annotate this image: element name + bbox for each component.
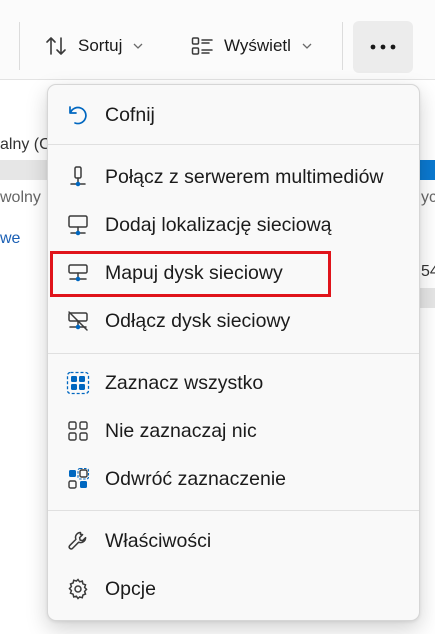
- menu-item-label: Odłącz dysk sieciowy: [105, 309, 291, 332]
- wrench-icon: [66, 529, 90, 553]
- menu-item-connect-media-server[interactable]: Połącz z serwerem multimediów: [48, 155, 419, 199]
- menu-item-label: Cofnij: [105, 103, 155, 126]
- highlight-box: [50, 251, 331, 297]
- menu-item-undo[interactable]: Cofnij: [48, 93, 419, 137]
- menu-item-select-all[interactable]: Zaznacz wszystko: [48, 361, 419, 405]
- menu-separator: [48, 510, 419, 511]
- menu-item-add-network-location[interactable]: Dodaj lokalizację sieciową: [48, 203, 419, 247]
- background-usage-bar: [420, 160, 435, 180]
- menu-item-label: Opcje: [105, 577, 156, 600]
- more-options-menu: Cofnij Połącz z serwerem multimediów Dod…: [47, 84, 420, 621]
- gear-icon: [66, 577, 90, 601]
- toolbar-divider: [342, 22, 343, 70]
- background-link: we: [0, 230, 21, 247]
- sort-label: Sortuj: [78, 36, 123, 55]
- menu-item-properties[interactable]: Właściwości: [48, 519, 419, 563]
- menu-item-select-none[interactable]: Nie zaznaczaj nic: [48, 409, 419, 453]
- more-icon: [370, 44, 396, 50]
- menu-item-label: Właściwości: [105, 529, 212, 552]
- disconnect-drive-icon: [66, 309, 90, 333]
- menu-item-label: Zaznacz wszystko: [105, 371, 264, 394]
- menu-item-label: Odwróć zaznaczenie: [105, 467, 287, 490]
- view-button[interactable]: Wyświetl: [190, 22, 313, 70]
- chevron-down-icon: [301, 40, 313, 52]
- sort-icon: [44, 34, 68, 58]
- chevron-down-icon: [132, 40, 144, 52]
- background-free-space-right: ych: [421, 189, 435, 206]
- background-bar-track: [420, 288, 435, 308]
- menu-separator: [48, 353, 419, 354]
- view-label: Wyświetl: [224, 36, 291, 55]
- invert-selection-icon: [66, 467, 90, 491]
- toolbar-divider: [19, 22, 20, 70]
- menu-separator: [48, 144, 419, 145]
- background-free-space: wolny: [0, 189, 41, 206]
- media-server-icon: [66, 165, 90, 189]
- menu-item-invert-selection[interactable]: Odwróć zaznaczenie: [48, 457, 419, 501]
- command-bar: Sortuj Wyświetl: [0, 0, 435, 80]
- menu-item-disconnect-network-drive[interactable]: Odłącz dysk sieciowy: [48, 299, 419, 343]
- menu-item-label: Połącz z serwerem multimediów: [105, 165, 384, 188]
- background-drive-name: alny (C: [0, 136, 51, 153]
- sort-button[interactable]: Sortuj: [44, 22, 144, 70]
- background-number: 54: [421, 263, 435, 280]
- background-bar-track: [0, 160, 47, 180]
- menu-item-label: Nie zaznaczaj nic: [105, 419, 257, 442]
- select-none-icon: [66, 419, 90, 443]
- undo-icon: [66, 103, 90, 127]
- more-options-button[interactable]: [353, 21, 413, 73]
- network-location-icon: [66, 213, 90, 237]
- select-all-icon: [66, 371, 90, 395]
- menu-item-options[interactable]: Opcje: [48, 567, 419, 611]
- menu-item-label: Dodaj lokalizację sieciową: [105, 213, 332, 236]
- view-icon: [190, 34, 214, 58]
